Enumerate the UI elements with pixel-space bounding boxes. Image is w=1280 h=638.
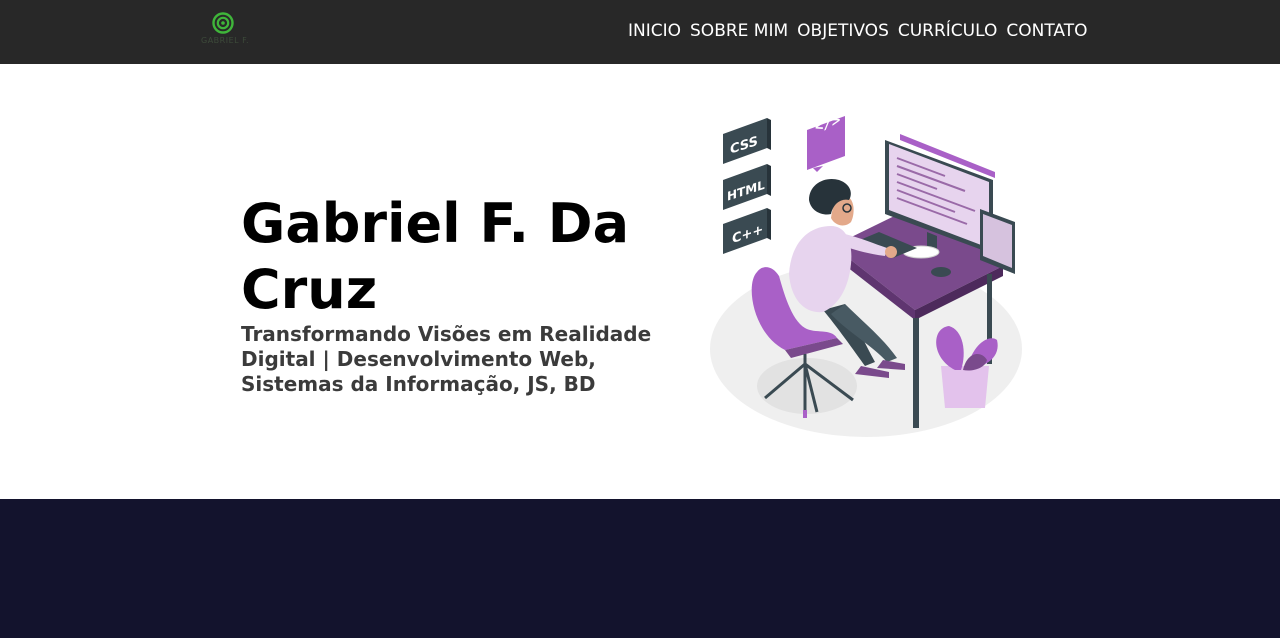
nav-link-objetivos[interactable]: OBJETIVOS — [797, 20, 889, 42]
logo[interactable]: GABRIEL F. — [200, 10, 250, 50]
navbar: GABRIEL F. INICIO SOBRE MIM OBJETIVOS CU… — [0, 0, 1280, 64]
main-nav: INICIO SOBRE MIM OBJETIVOS CURRÍCULO CON… — [628, 20, 1087, 42]
hero-section: Gabriel F. Da Cruz Transformando Visões … — [0, 64, 1280, 499]
nav-link-contato[interactable]: CONTATO — [1006, 20, 1087, 42]
nav-link-sobre-mim[interactable]: SOBRE MIM — [690, 20, 788, 42]
cpp-badge: C++ — [723, 208, 771, 254]
logo-text: GABRIEL F. — [201, 36, 249, 45]
developer-illustration: CSS HTML C++ </> — [710, 114, 1022, 437]
next-section-band — [0, 499, 1280, 638]
nav-link-curriculo[interactable]: CURRÍCULO — [898, 20, 998, 42]
css-badge: CSS — [723, 118, 771, 164]
hero-subtitle: Transformando Visões em Realidade Digita… — [241, 322, 652, 396]
html-badge: HTML — [723, 164, 771, 210]
nav-link-inicio[interactable]: INICIO — [628, 20, 681, 42]
code-tag-bubble: </> — [807, 114, 845, 172]
hero-name: Gabriel F. Da Cruz — [241, 192, 630, 321]
spiral-logo-icon — [212, 12, 234, 34]
